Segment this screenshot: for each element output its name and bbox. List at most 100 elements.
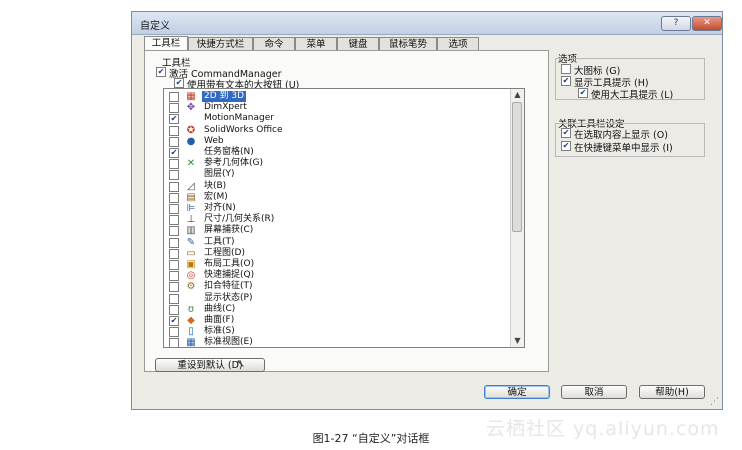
toolbar-list-checkbox[interactable] xyxy=(169,103,179,114)
toolbar-list-item[interactable]: ▥ 屏幕捕获(C) xyxy=(164,225,509,237)
toolbar-list-label: 工具(T) xyxy=(204,236,235,247)
resize-grip-icon[interactable]: ⋰ xyxy=(710,397,720,407)
toolbar-list-item[interactable]: ✪ SolidWorks Office xyxy=(164,125,509,136)
toolbar-list-label: 显示状态(P) xyxy=(204,292,253,303)
toolbar-list-label: 快速捕捉(Q) xyxy=(204,270,255,281)
toolbar-list-checkbox[interactable] xyxy=(169,304,179,315)
toolbar-list-item[interactable]: ⊫ 对齐(N) xyxy=(164,203,509,214)
tab-menus[interactable]: 菜单 xyxy=(295,37,337,50)
toolbar-list-checkbox[interactable] xyxy=(169,260,179,270)
toolbar-list[interactable]: ▦ 2D 到 3D ✥ DimXpertMotionManager ✪ SolidWork… xyxy=(163,88,525,348)
toolbar-list-item[interactable]: ▤ 宏(M) xyxy=(164,192,509,203)
tab-shortcut-bar[interactable]: 快捷方式栏 xyxy=(188,37,253,50)
toolbar-list-label: 任务窗格(N) xyxy=(204,147,254,157)
toolbar-list-checkbox[interactable] xyxy=(169,204,179,214)
toolbar-list-checkbox[interactable] xyxy=(169,338,179,347)
toolbar-list-checkbox[interactable] xyxy=(169,136,179,147)
toolbar-list-checkbox[interactable] xyxy=(169,125,179,136)
title-bar[interactable]: 自定义 ? ✕ xyxy=(132,12,722,35)
toolbar-list-item[interactable]: MotionManager xyxy=(164,113,509,125)
toolbar-list-checkbox[interactable] xyxy=(169,293,179,304)
toolbar-list-item[interactable]: 任务窗格(N) xyxy=(164,147,509,158)
help-title-button[interactable]: ? xyxy=(661,16,691,31)
list-scrollbar[interactable]: ▲ ▼ xyxy=(510,89,524,347)
close-button[interactable]: ✕ xyxy=(692,16,722,31)
toolbar-list-checkbox[interactable] xyxy=(169,237,179,248)
toolbar-list-label: 扣合特征(T) xyxy=(204,281,253,292)
block-icon: ◿ xyxy=(187,180,195,192)
toolbar-list-item[interactable]: ▣ 布局工具(O) xyxy=(164,259,509,270)
toolbar-list-item[interactable]: ⚙ 扣合特征(T) xyxy=(164,281,509,293)
large-icons-checkbox[interactable] xyxy=(561,64,571,74)
dimxpert-icon: ✥ xyxy=(186,102,196,114)
tab-toolbars[interactable]: 工具栏 xyxy=(144,36,188,51)
toolbar-list-item[interactable]: ▭ 工程图(D) xyxy=(164,248,509,259)
toolbar-list-item[interactable]: ◆ 曲面(F) xyxy=(164,315,509,326)
standard-views-icon: ▦ xyxy=(186,337,196,348)
toolbar-list-checkbox[interactable] xyxy=(169,181,179,192)
toolbar-list-checkbox[interactable] xyxy=(169,226,179,237)
toolbar-list-item[interactable]: ✎ 工具(T) xyxy=(164,237,509,248)
tab-keyboard[interactable]: 键盘 xyxy=(337,37,379,50)
toolbar-list-label: 标准视图(E) xyxy=(204,337,253,348)
toolbar-list-item[interactable]: 图层(Y) xyxy=(164,169,509,181)
toolbar-list-checkbox[interactable] xyxy=(169,92,179,102)
toolbar-list-checkbox[interactable] xyxy=(169,271,179,282)
tab-mouse-gestures[interactable]: 鼠标笔势 xyxy=(379,37,437,50)
layer-icon xyxy=(184,169,198,180)
display-state-icon xyxy=(184,293,198,304)
activate-commandmanager-checkbox[interactable] xyxy=(156,67,166,77)
toolbar-list-label: 标准(S) xyxy=(204,326,235,337)
toolbar-list-checkbox[interactable] xyxy=(169,316,179,326)
toolbar-list-checkbox[interactable] xyxy=(169,248,179,259)
toolbar-list-checkbox[interactable] xyxy=(169,148,179,158)
ok-button[interactable]: 确定 xyxy=(484,385,550,399)
toolbar-list-item[interactable]: ◿ 块(B) xyxy=(164,181,509,192)
toolbar-list-item[interactable]: ● Web xyxy=(164,136,509,147)
scroll-up-icon[interactable]: ▲ xyxy=(511,89,524,101)
toolbar-list-item[interactable]: ✕ 参考几何体(G) xyxy=(164,158,509,170)
show-tooltips-checkbox[interactable] xyxy=(561,76,571,86)
toolbar-list-item[interactable]: ʊ 曲线(C) xyxy=(164,304,509,315)
quick-snap-icon: ◎ xyxy=(186,270,196,282)
toolbar-list-label: 屏幕捕获(C) xyxy=(204,225,254,236)
cancel-button[interactable]: 取消 xyxy=(561,385,627,399)
solidworks-office-icon: ✪ xyxy=(186,124,196,136)
scroll-thumb[interactable] xyxy=(512,102,522,232)
toolbar-list-checkbox[interactable] xyxy=(169,327,179,338)
large-tooltips-checkbox[interactable] xyxy=(578,88,588,98)
show-in-selection-checkbox[interactable] xyxy=(561,128,571,138)
2d-to-3d-icon: ▦ xyxy=(186,91,196,102)
toolbar-list-label: 图层(Y) xyxy=(204,169,235,180)
screen-capture-icon: ▥ xyxy=(186,225,196,237)
toolbar-list-item[interactable]: ▦ 2D 到 3D xyxy=(164,91,509,102)
toolbar-list-checkbox[interactable] xyxy=(169,192,179,203)
layout-tools-icon: ▣ xyxy=(186,259,196,270)
toolbar-list-item[interactable]: ✥ DimXpert xyxy=(164,102,509,114)
toolbar-list-label: MotionManager xyxy=(204,113,274,124)
toolbar-list-checkbox[interactable] xyxy=(169,170,179,181)
toolbar-list-item[interactable]: 显示状态(P) xyxy=(164,293,509,304)
reset-default-button[interactable]: 重设到默认 (D) xyxy=(155,358,265,372)
toolbar-list-checkbox[interactable] xyxy=(169,159,179,170)
toolbar-list-label: 块(B) xyxy=(204,180,227,191)
large-buttons-checkbox[interactable] xyxy=(174,78,184,88)
toolbar-list-item[interactable]: ◎ 快速捕捉(Q) xyxy=(164,270,509,282)
tab-options[interactable]: 选项 xyxy=(437,37,479,50)
toolbar-list-label: 对齐(N) xyxy=(204,203,236,213)
toolbar-list-checkbox[interactable] xyxy=(169,114,179,125)
help-button[interactable]: 帮助(H) xyxy=(639,385,705,399)
show-in-shortcut-checkbox[interactable] xyxy=(561,141,571,151)
toolbar-list-label: 工程图(D) xyxy=(204,247,245,258)
toolbar-list-label: 曲面(F) xyxy=(204,315,235,325)
scroll-down-icon[interactable]: ▼ xyxy=(511,335,524,347)
toolbar-list-checkbox[interactable] xyxy=(169,215,179,226)
toolbar-list-item[interactable]: ⊥ 尺寸/几何关系(R) xyxy=(164,214,509,226)
toolbar-list-checkbox[interactable] xyxy=(169,282,179,293)
motion-manager-icon xyxy=(184,113,198,124)
toolbar-list-item[interactable]: ▦ 标准视图(E) xyxy=(164,337,509,348)
dialog-title: 自定义 xyxy=(140,21,170,32)
toolbar-list-label: 2D 到 3D xyxy=(202,91,247,102)
tab-commands[interactable]: 命令 xyxy=(253,37,295,50)
toolbar-list-item[interactable]: ▯ 标准(S) xyxy=(164,326,509,338)
